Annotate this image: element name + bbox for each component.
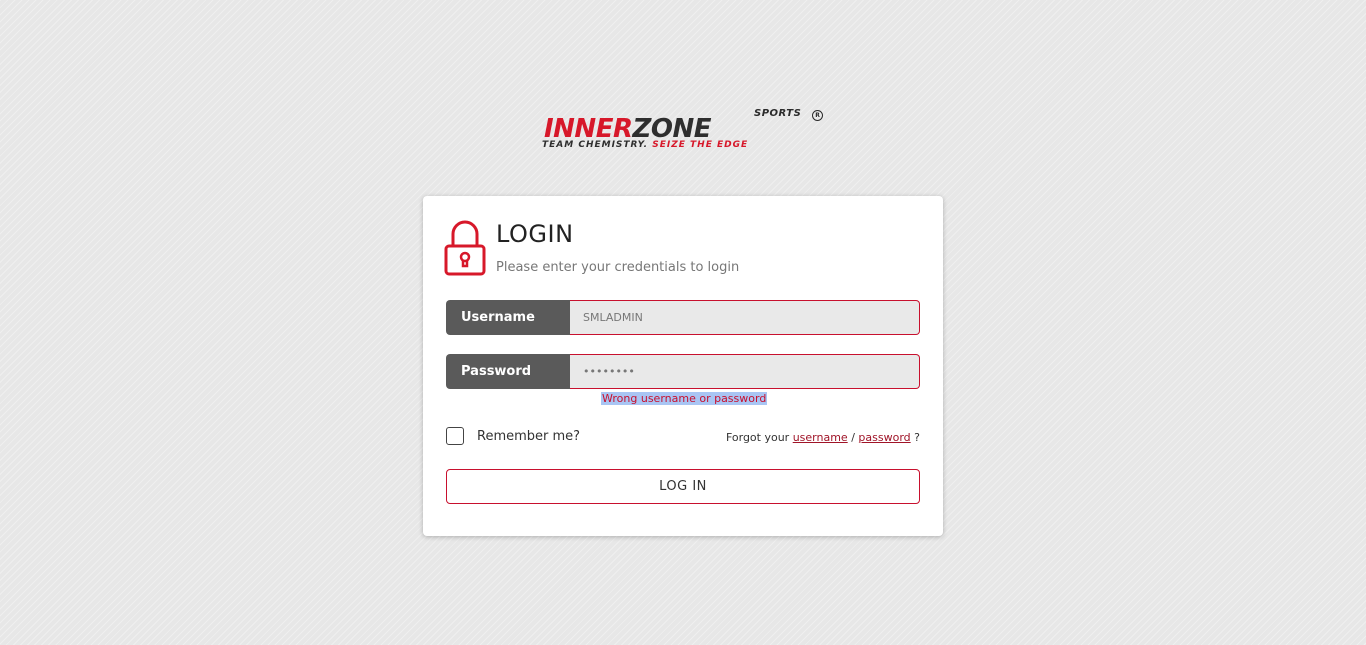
login-error-message: Wrong username or password — [601, 392, 768, 405]
login-subtitle: Please enter your credentials to login — [496, 260, 740, 275]
login-card: LOGIN Please enter your credentials to l… — [423, 196, 943, 536]
forgot-credentials: Forgot your username / password ? — [726, 431, 920, 444]
password-label: Password — [446, 354, 570, 389]
username-label: Username — [446, 300, 570, 335]
forgot-suffix: ? — [914, 431, 920, 444]
logo-tagline-red: SEIZE THE EDGE — [652, 140, 749, 150]
username-input[interactable] — [570, 300, 920, 335]
password-input[interactable] — [570, 354, 920, 389]
forgot-separator: / — [851, 431, 855, 444]
remember-me: Remember me? — [446, 427, 580, 445]
innerzone-logo: SPORTS R INNERZONE TEAM CHEMISTRY. SEIZE… — [538, 106, 828, 156]
username-field-group: Username — [446, 300, 920, 335]
remember-me-checkbox[interactable] — [446, 427, 464, 445]
login-button[interactable]: LOG IN — [446, 469, 920, 504]
logo-tagline-dark: TEAM CHEMISTRY. — [542, 140, 649, 150]
registered-mark-icon: R — [812, 110, 823, 121]
forgot-username-link[interactable]: username — [793, 431, 848, 444]
forgot-password-link[interactable]: password — [858, 431, 910, 444]
logo-sports-text: SPORTS — [754, 108, 802, 119]
logo-tagline: TEAM CHEMISTRY. SEIZE THE EDGE — [542, 140, 748, 150]
forgot-prefix: Forgot your — [725, 431, 790, 444]
remember-me-label[interactable]: Remember me? — [477, 429, 580, 444]
lock-icon — [444, 220, 486, 276]
password-field-group: Password — [446, 354, 920, 389]
page-title: LOGIN — [496, 220, 574, 248]
